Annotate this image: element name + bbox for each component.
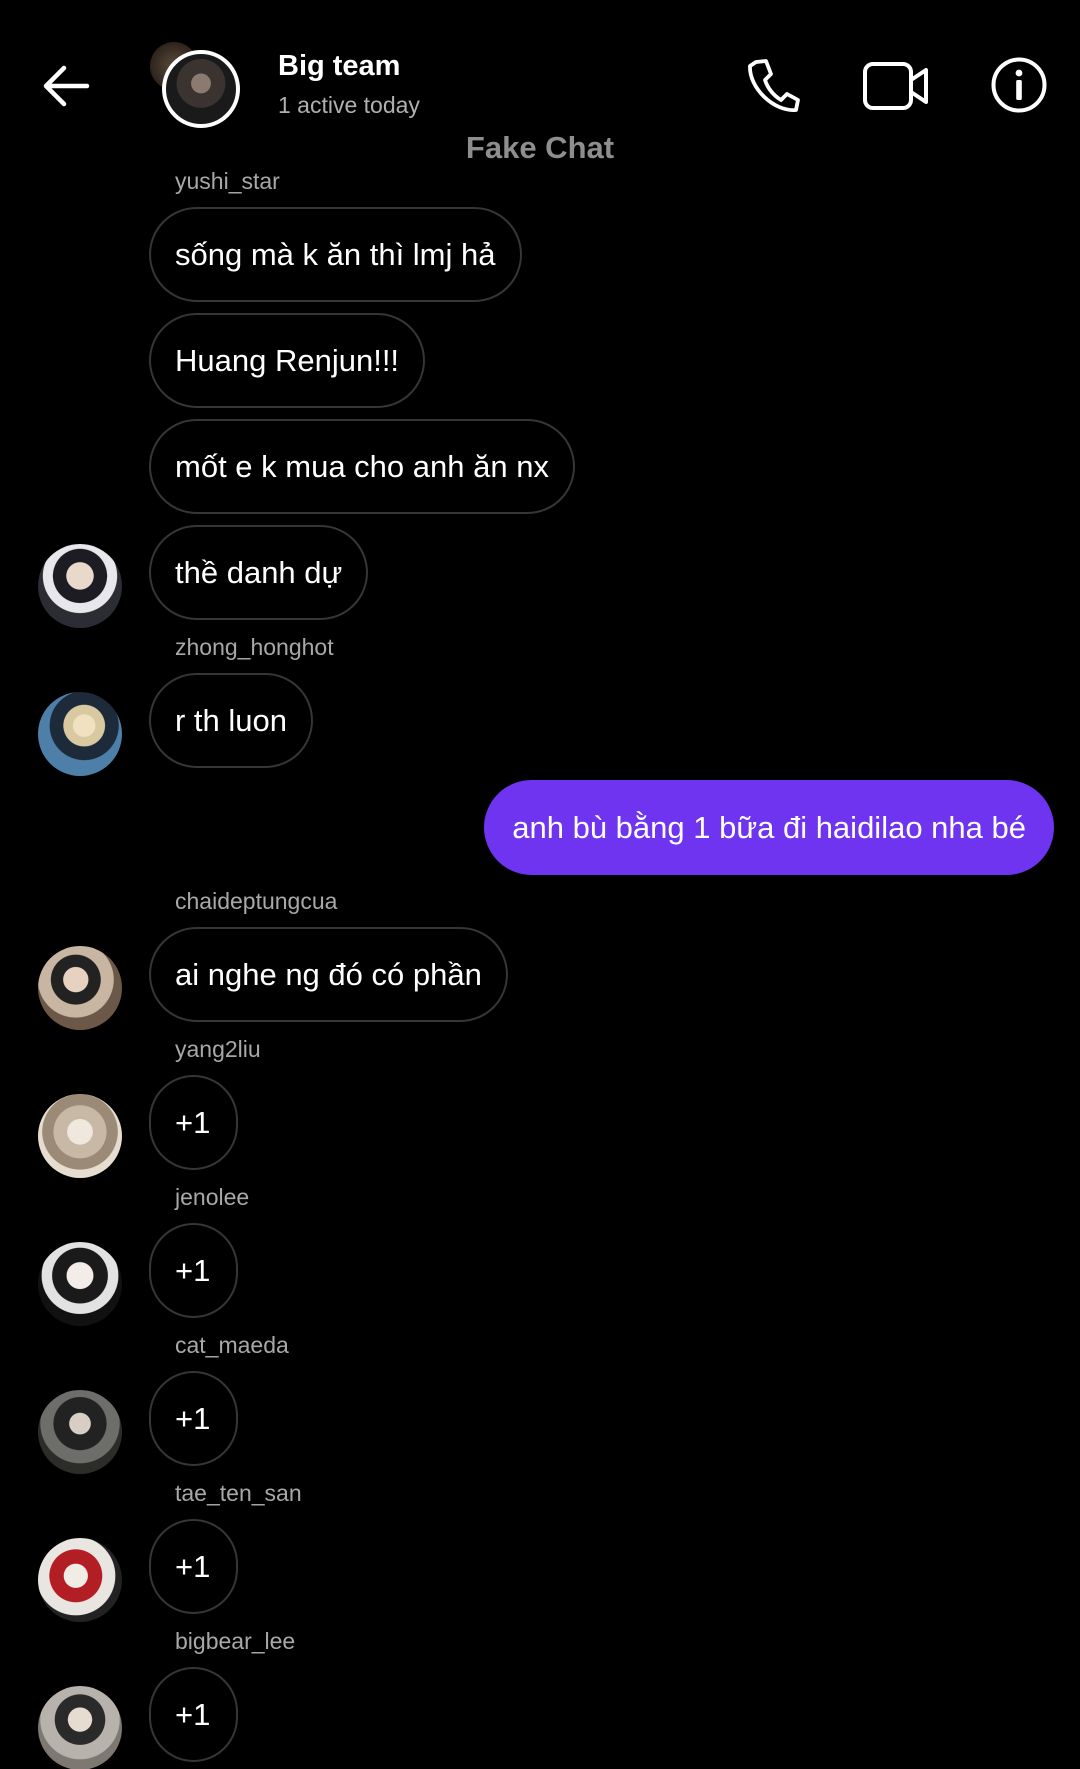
message-bubble[interactable]: ai nghe ng đó có phần <box>149 927 508 1022</box>
phone-icon <box>748 59 800 112</box>
message-bubble[interactable]: sống mà k ăn thì lmj hả <box>149 207 522 302</box>
call-button[interactable] <box>744 56 800 116</box>
sender-name: cat_maeda <box>175 1332 289 1358</box>
group-avatar[interactable] <box>162 50 240 128</box>
avatar[interactable] <box>38 946 122 1030</box>
sender-name: chaideptungcua <box>175 888 338 914</box>
avatar[interactable] <box>38 692 122 776</box>
message-bubble[interactable]: +1 <box>149 1371 239 1466</box>
info-icon <box>991 57 1047 113</box>
message-bubble[interactable]: thề danh dự <box>149 525 369 620</box>
sender-name: bigbear_lee <box>175 1628 296 1654</box>
fake-chat-watermark: Fake Chat <box>465 130 615 165</box>
avatar[interactable] <box>38 1390 122 1474</box>
arrow-left-icon <box>43 65 90 107</box>
avatar[interactable] <box>38 1242 122 1326</box>
back-button[interactable] <box>38 58 94 114</box>
sender-name: jenolee <box>175 1184 250 1210</box>
sender-name: yushi_star <box>175 168 280 194</box>
chat-title[interactable]: Big team <box>278 50 400 83</box>
sender-name: zhong_honghot <box>175 634 334 660</box>
avatar[interactable] <box>38 544 122 628</box>
chat-screen: Big team 1 active today Fake Chat yushi_… <box>0 0 1080 1769</box>
my-message-bubble[interactable]: anh bù bằng 1 bữa đi haidilao nha bé <box>484 780 1054 875</box>
message-bubble[interactable]: +1 <box>149 1519 239 1614</box>
message-bubble[interactable]: +1 <box>149 1667 239 1762</box>
sender-name: yang2liu <box>175 1036 261 1062</box>
avatar[interactable] <box>38 1686 122 1769</box>
chat-status: 1 active today <box>278 92 420 118</box>
video-call-button[interactable] <box>862 58 930 114</box>
message-bubble[interactable]: +1 <box>149 1075 239 1170</box>
avatar[interactable] <box>38 1094 122 1178</box>
message-bubble[interactable]: +1 <box>149 1223 239 1318</box>
sender-name: tae_ten_san <box>175 1480 302 1506</box>
info-button[interactable] <box>990 56 1048 114</box>
message-bubble[interactable]: Huang Renjun!!! <box>149 313 426 408</box>
message-bubble[interactable]: mốt e k mua cho anh ăn nx <box>149 419 575 514</box>
avatar[interactable] <box>38 1538 122 1622</box>
message-bubble[interactable]: r th luon <box>149 673 314 768</box>
video-camera-icon <box>863 62 928 110</box>
